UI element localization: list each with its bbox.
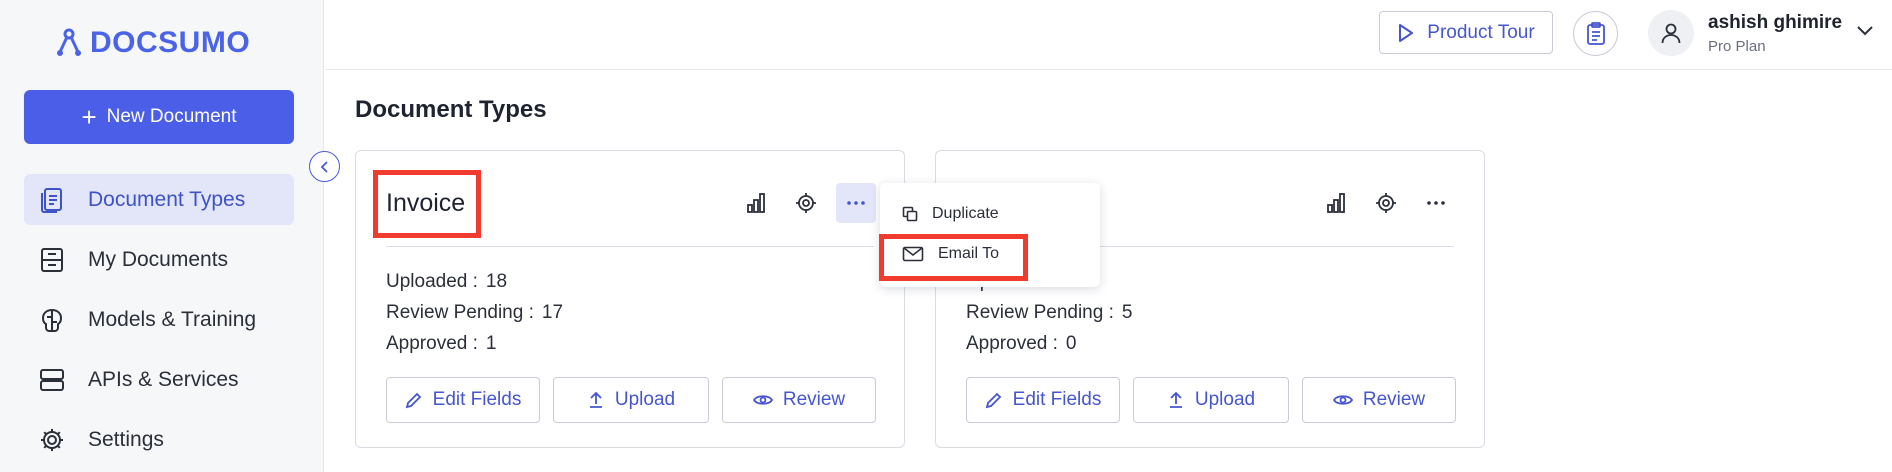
stat-label: Uploaded :: [386, 271, 478, 292]
card-actions: [1316, 183, 1456, 223]
card-actions: [736, 183, 876, 223]
chevron-down-icon: [1857, 26, 1873, 36]
analytics-button[interactable]: [736, 183, 776, 223]
sidebar-item-label: Models & Training: [88, 307, 257, 331]
play-icon: [1399, 23, 1414, 42]
stat-value: 17: [541, 302, 564, 323]
user-plan: Pro Plan: [1708, 38, 1766, 55]
logo-icon: [57, 28, 81, 56]
product-tour-label: Product Tour: [1427, 21, 1535, 43]
gear-icon: [41, 428, 63, 451]
edit-fields-label: Edit Fields: [1012, 389, 1102, 410]
more-horizontal-icon: [847, 201, 865, 205]
menu-item-label: Duplicate: [932, 205, 999, 222]
card-buttons: Edit Fields Upload Review: [386, 377, 876, 423]
pencil-icon: [985, 392, 1001, 409]
stat-value: 0: [1065, 333, 1077, 354]
eye-icon: [1332, 395, 1353, 405]
sidebar: DOCSUMO + New Document Document Types My…: [0, 0, 324, 472]
sidebar-nav: Document Types My Documents Models & Tra…: [24, 174, 294, 472]
review-label: Review: [1362, 389, 1426, 410]
divider: [386, 246, 874, 247]
server-icon: [40, 368, 64, 391]
stat-value: 18: [485, 271, 508, 292]
tasks-button[interactable]: [1573, 11, 1618, 56]
sidebar-item-apis-services[interactable]: APIs & Services: [24, 354, 294, 405]
gear-icon: [796, 193, 816, 213]
sidebar-item-label: My Documents: [88, 247, 229, 271]
stat-approved: Approved : 0: [966, 333, 1076, 355]
stat-label: Review Pending :: [386, 302, 534, 323]
menu-item-duplicate[interactable]: Duplicate: [902, 205, 999, 223]
edit-fields-label: Edit Fields: [432, 389, 522, 410]
sidebar-item-label: Settings: [88, 427, 164, 451]
new-document-button[interactable]: + New Document: [24, 90, 294, 144]
review-button[interactable]: Review: [722, 377, 876, 423]
upload-label: Upload: [1194, 389, 1256, 410]
chevron-left-icon: [320, 160, 328, 173]
upload-icon: [1169, 391, 1182, 408]
gear-icon: [1376, 193, 1396, 213]
stat-value: 1: [485, 333, 497, 354]
card-buttons: Edit Fields Upload Review: [966, 377, 1456, 423]
sidebar-item-settings[interactable]: Settings: [24, 414, 294, 465]
plus-icon: +: [81, 102, 97, 132]
stat-uploaded: Uploaded : 18: [386, 271, 507, 293]
avatar[interactable]: [1648, 10, 1694, 56]
stat-label: Approved :: [386, 333, 478, 354]
eye-icon: [752, 395, 773, 405]
analytics-button[interactable]: [1316, 183, 1356, 223]
upload-icon: [589, 391, 602, 408]
user-name: ashish ghimire: [1708, 12, 1843, 33]
brand-name: DOCSUMO: [90, 26, 251, 59]
user-menu-toggle[interactable]: [1856, 24, 1874, 42]
card-settings-button[interactable]: [1366, 183, 1406, 223]
edit-fields-button[interactable]: Edit Fields: [966, 377, 1120, 423]
sidebar-item-label: Document Types: [88, 187, 246, 211]
highlight-box: [879, 234, 1028, 281]
sidebar-item-document-types[interactable]: Document Types: [24, 174, 294, 225]
more-horizontal-icon: [1427, 201, 1445, 205]
duplicate-icon: [902, 206, 918, 222]
sidebar-item-models-training[interactable]: Models & Training: [24, 294, 294, 345]
stat-approved: Approved : 1: [386, 333, 496, 355]
page-title: Document Types: [355, 96, 547, 123]
upload-label: Upload: [614, 389, 676, 410]
review-button[interactable]: Review: [1302, 377, 1456, 423]
stat-label: Review Pending :: [966, 302, 1114, 323]
upload-button[interactable]: Upload: [1133, 377, 1289, 423]
brain-icon: [41, 308, 63, 332]
review-label: Review: [782, 389, 846, 410]
bar-chart-icon: [1327, 193, 1345, 213]
user-icon: [1661, 23, 1681, 44]
new-document-label: New Document: [106, 106, 237, 127]
pencil-icon: [405, 392, 421, 409]
upload-button[interactable]: Upload: [553, 377, 709, 423]
more-options-button[interactable]: [836, 183, 876, 223]
stat-value: 5: [1121, 302, 1133, 323]
card-settings-button[interactable]: [786, 183, 826, 223]
highlight-box: [373, 170, 481, 238]
inbox-icon: [41, 247, 63, 272]
brand-logo[interactable]: DOCSUMO: [54, 26, 250, 60]
bar-chart-icon: [747, 193, 765, 213]
stat-review-pending: Review Pending : 17: [386, 302, 563, 324]
stat-label: Approved :: [966, 333, 1058, 354]
sidebar-collapse-button[interactable]: [309, 151, 340, 182]
clipboard-icon: [1586, 21, 1605, 45]
sidebar-item-label: APIs & Services: [88, 367, 239, 391]
edit-fields-button[interactable]: Edit Fields: [386, 377, 540, 423]
sidebar-item-my-documents[interactable]: My Documents: [24, 234, 294, 285]
more-options-button[interactable]: [1416, 183, 1456, 223]
document-types-icon: [41, 187, 62, 213]
stat-review-pending: Review Pending : 5: [966, 302, 1132, 324]
product-tour-button[interactable]: Product Tour: [1379, 11, 1553, 54]
